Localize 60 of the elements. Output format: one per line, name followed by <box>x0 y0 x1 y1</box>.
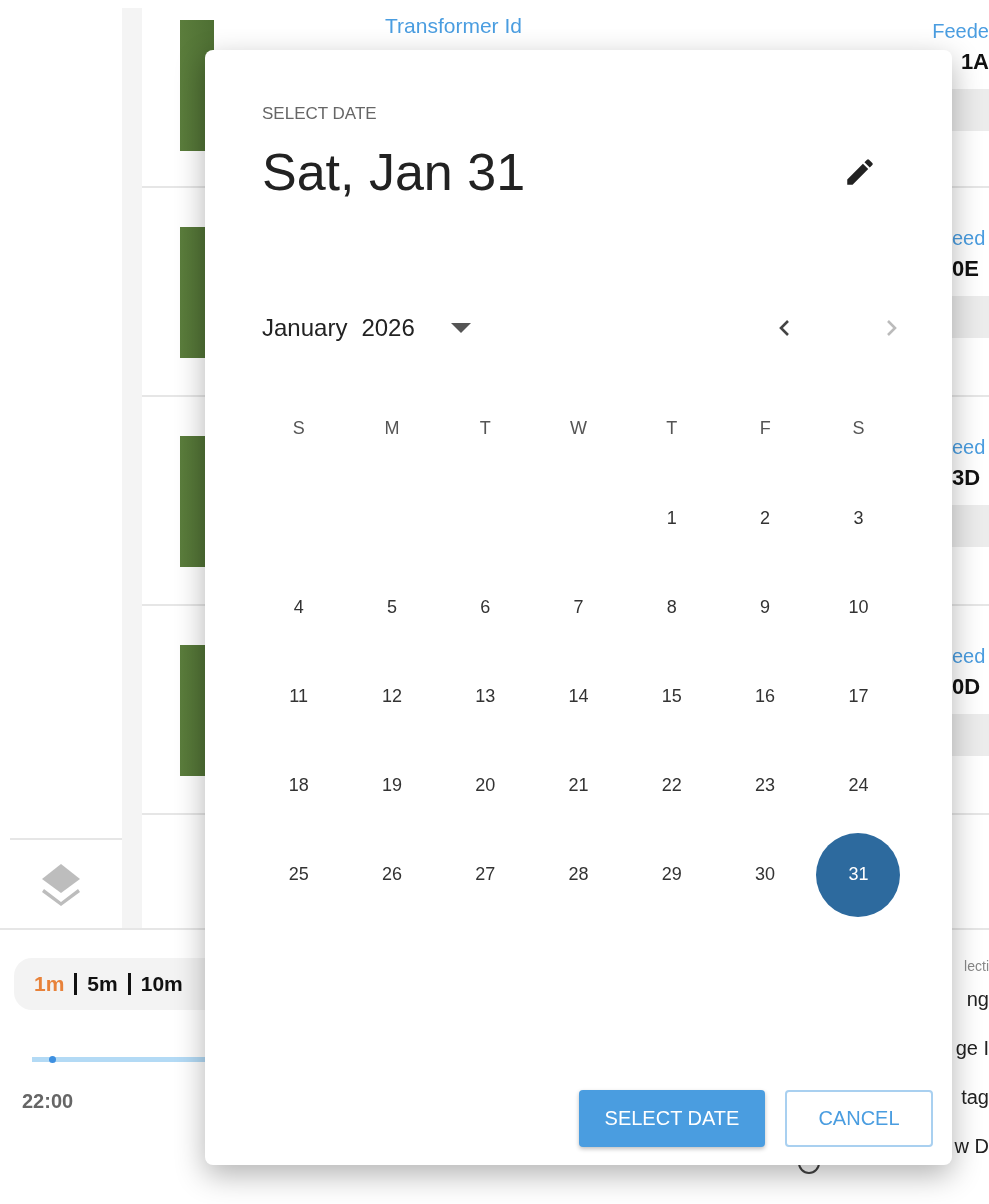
weekday-label: T <box>666 417 678 439</box>
time-label: 22:00 <box>22 1090 75 1113</box>
day-button[interactable]: 24 <box>816 743 901 828</box>
transformer-id-label: Transformer Id <box>385 14 522 37</box>
day-button[interactable]: 3 <box>816 476 901 561</box>
slider-thumb[interactable] <box>49 1056 57 1063</box>
day-button[interactable]: 4 <box>256 565 341 650</box>
day-button[interactable]: 21 <box>536 743 621 828</box>
feeder-label: eed <box>952 436 986 459</box>
section-caption: lecti <box>964 958 989 974</box>
day-button[interactable]: 5 <box>349 565 434 650</box>
day-button[interactable]: 8 <box>629 565 714 650</box>
month-year-dropdown[interactable]: January 2026 <box>262 314 471 342</box>
interval-option[interactable]: 5m <box>87 972 118 996</box>
day-button[interactable]: 27 <box>443 832 528 917</box>
day-button[interactable]: 6 <box>443 565 528 650</box>
day-button[interactable]: 16 <box>723 654 808 739</box>
day-button[interactable]: 1 <box>629 476 714 561</box>
day-button[interactable]: 26 <box>349 832 434 917</box>
interval-option[interactable]: 10m <box>140 972 183 996</box>
day-button[interactable]: 12 <box>349 654 434 739</box>
feeder-value: 3D <box>952 465 981 491</box>
day-button[interactable]: 20 <box>443 743 528 828</box>
feeder-label: Feede <box>932 20 989 43</box>
day-button[interactable]: 10 <box>816 565 901 650</box>
list-item[interactable]: w D <box>954 1135 989 1158</box>
feeder-label: eed <box>952 645 986 668</box>
weekday-label: F <box>759 417 771 439</box>
day-button[interactable]: 30 <box>723 832 808 917</box>
list-item[interactable]: tag <box>961 1086 989 1109</box>
list-item[interactable]: ge I <box>955 1037 989 1060</box>
weekday-label: M <box>384 417 400 439</box>
caret-icon[interactable] <box>450 323 471 333</box>
day-button[interactable]: 15 <box>629 654 714 739</box>
day-button[interactable]: 19 <box>349 743 434 828</box>
dialog-header: SELECT DATE <box>262 104 377 124</box>
day-button[interactable]: 28 <box>536 832 621 917</box>
weekday-label: S <box>292 417 305 439</box>
day-button[interactable]: 23 <box>723 743 808 828</box>
list-item[interactable]: ng <box>966 988 989 1011</box>
weekday-label: T <box>479 417 491 439</box>
day-button[interactable]: 2 <box>723 476 808 561</box>
weekday-label: S <box>852 417 865 439</box>
day-button[interactable]: 14 <box>536 654 621 739</box>
day-button[interactable]: 25 <box>256 832 341 917</box>
day-button[interactable]: 13 <box>443 654 528 739</box>
day-button[interactable]: 18 <box>256 743 341 828</box>
selected-date: Sat, Jan 31 <box>262 142 526 202</box>
feeder-value: 0D <box>952 674 981 700</box>
weekday-label: W <box>570 417 588 439</box>
day-button[interactable]: 17 <box>816 654 901 739</box>
feeder-value: 0E <box>952 256 979 282</box>
day-button[interactable]: 9 <box>723 565 808 650</box>
feeder-value: 1A <box>960 49 989 75</box>
day-button[interactable]: 22 <box>629 743 714 828</box>
feeder-label: eed <box>952 227 986 250</box>
day-button[interactable]: 31 <box>816 832 901 917</box>
day-button[interactable]: 7 <box>536 565 621 650</box>
day-button[interactable]: 11 <box>256 654 341 739</box>
day-button[interactable]: 29 <box>629 832 714 917</box>
